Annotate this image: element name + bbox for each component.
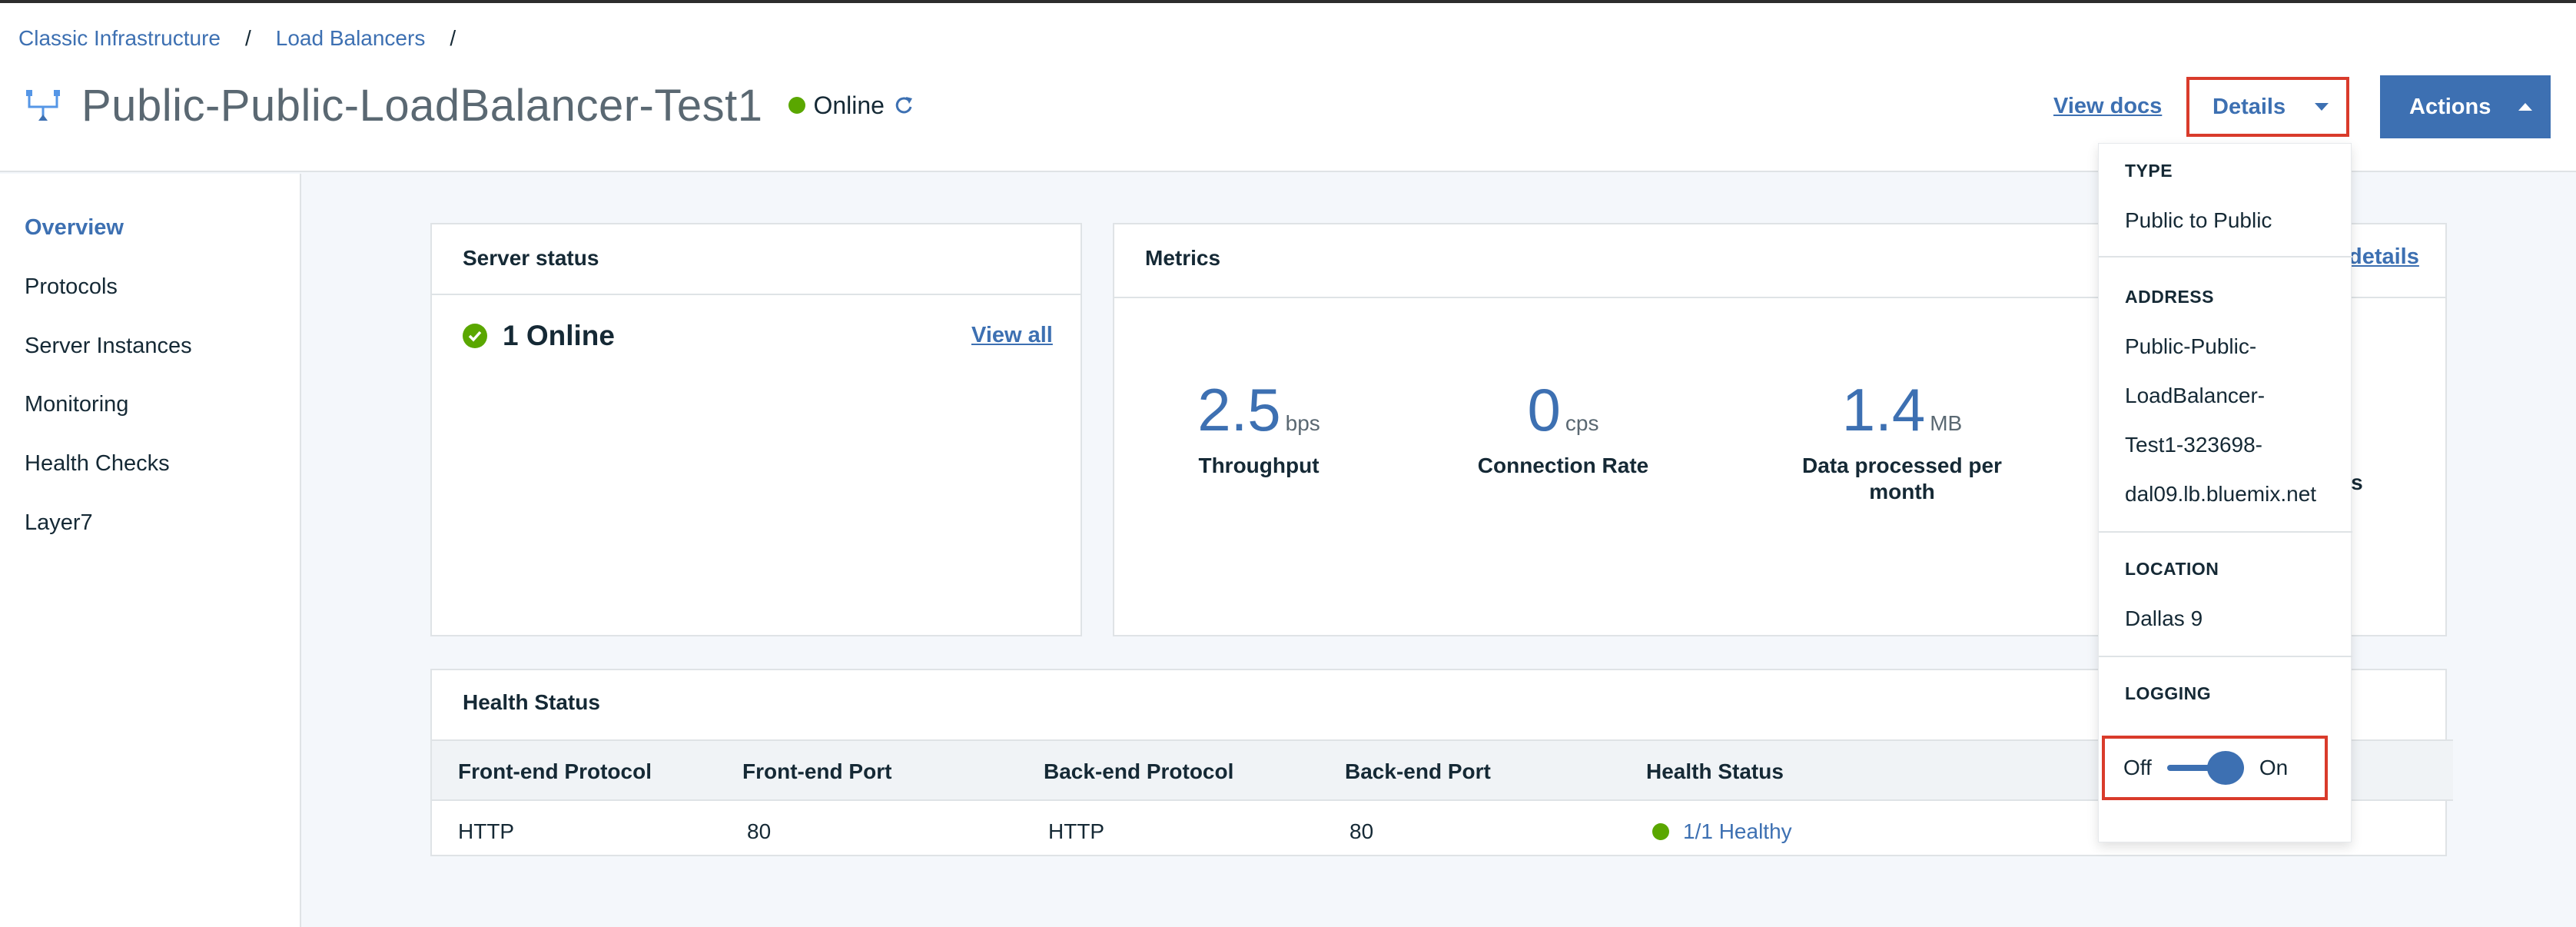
actions-button-label: Actions <box>2409 94 2491 119</box>
column-header: Front-end Protocol <box>458 759 652 783</box>
column-header: Health Status <box>1646 759 1784 783</box>
logging-on-label: On <box>2259 756 2289 779</box>
sidebar-item-protocols[interactable]: Protocols <box>25 274 118 300</box>
logging-toggle-group: Off On <box>2102 736 2328 800</box>
card-divider <box>432 294 1081 295</box>
checkmark-icon <box>463 324 487 348</box>
table-cell: HTTP <box>1048 819 1105 843</box>
address-line: Public-Public- <box>2125 334 2257 358</box>
toggle-thumb <box>2206 751 2244 785</box>
table-cell: HTTP <box>458 819 515 843</box>
metric-value: 2.5 <box>1197 376 1281 444</box>
breadcrumb-load-balancers[interactable]: Load Balancers <box>276 26 426 51</box>
sidebar-item-server-instances[interactable]: Server Instances <box>25 334 192 359</box>
details-button[interactable]: Details <box>2186 77 2349 137</box>
server-online-text: 1 Online <box>503 320 615 351</box>
title-row: Public-Public-LoadBalancer-Test1 Online <box>23 77 915 134</box>
dropdown-divider <box>2099 656 2352 657</box>
metric-unit: bps <box>1285 411 1320 435</box>
table-cell: 80 <box>1349 819 1374 843</box>
server-status-card: Server status 1 Online View all <box>430 223 1082 636</box>
view-docs-link[interactable]: View docs <box>2053 94 2162 119</box>
details-button-label: Details <box>2213 94 2286 119</box>
address-heading: ADDRESS <box>2125 287 2214 307</box>
health-status-link[interactable]: 1/1 Healthy <box>1683 819 1792 844</box>
status-badge: Online <box>788 91 915 120</box>
metric-throughput: 2.5 bps Throughput <box>1197 375 1320 479</box>
server-status-title: Server status <box>463 246 599 270</box>
sidebar-item-overview[interactable]: Overview <box>25 215 124 241</box>
refresh-icon[interactable] <box>892 94 915 117</box>
logging-toggle[interactable] <box>2166 751 2244 785</box>
logging-off-label: Off <box>2123 756 2152 779</box>
view-all-link[interactable]: View all <box>971 323 1053 348</box>
chevron-up-icon <box>2518 103 2533 111</box>
location-heading: LOCATION <box>2125 559 2219 579</box>
chevron-down-icon <box>2315 103 2329 111</box>
metric-value: 1.4 <box>1841 376 1926 444</box>
sidebar-item-monitoring[interactable]: Monitoring <box>25 392 128 417</box>
logging-heading: LOGGING <box>2125 683 2212 703</box>
breadcrumb-classic-infrastructure[interactable]: Classic Infrastructure <box>18 26 221 51</box>
metrics-details-link[interactable]: details <box>2349 244 2419 270</box>
dropdown-divider <box>2099 531 2352 533</box>
online-status-dot <box>788 97 806 114</box>
column-header: Back-end Port <box>1345 759 1491 783</box>
metric-data-processed: 1.4 MB Data processed per month <box>1791 375 2013 505</box>
table-cell: 80 <box>747 819 772 843</box>
metric-connection-rate: 0 cps Connection Rate <box>1471 375 1655 479</box>
metrics-title: Metrics <box>1145 246 1221 270</box>
metric-unit: MB <box>1930 411 1963 435</box>
page-title: Public-Public-LoadBalancer-Test1 <box>81 80 763 131</box>
metric-value: 0 <box>1527 376 1561 444</box>
healthy-status-dot <box>1652 823 1669 840</box>
address-line: Test1-323698- <box>2125 433 2263 457</box>
location-value: Dallas 9 <box>2125 606 2203 630</box>
actions-button[interactable]: Actions <box>2380 75 2551 138</box>
metric-unit: cps <box>1565 411 1599 435</box>
details-dropdown: TYPE Public to Public ADDRESS Public-Pub… <box>2098 143 2352 842</box>
address-line: dal09.lb.bluemix.net <box>2125 482 2317 506</box>
sidebar-item-health-checks[interactable]: Health Checks <box>25 451 170 477</box>
sidebar-item-layer7[interactable]: Layer7 <box>25 510 93 536</box>
column-header: Front-end Port <box>742 759 892 783</box>
status-text: Online <box>813 91 885 119</box>
address-line: LoadBalancer- <box>2125 384 2266 407</box>
metric-label: Throughput <box>1198 454 1320 477</box>
health-status-title: Health Status <box>463 690 600 714</box>
breadcrumb-separator: / <box>450 26 456 50</box>
type-heading: TYPE <box>2125 161 2173 181</box>
health-status-cell: 1/1 Healthy <box>1652 819 1792 844</box>
metric-label: Data processed per month <box>1802 454 2002 503</box>
breadcrumb: Classic Infrastructure / Load Balancers … <box>18 23 480 54</box>
load-balancer-icon <box>26 90 60 121</box>
sidebar: Overview Protocols Server Instances Moni… <box>0 174 301 927</box>
metric-label: Connection Rate <box>1477 454 1649 477</box>
column-header: Back-end Protocol <box>1044 759 1234 783</box>
dropdown-divider <box>2099 256 2352 258</box>
type-value: Public to Public <box>2125 208 2272 232</box>
breadcrumb-separator: / <box>244 26 251 50</box>
server-online-count: 1 Online <box>463 320 615 352</box>
